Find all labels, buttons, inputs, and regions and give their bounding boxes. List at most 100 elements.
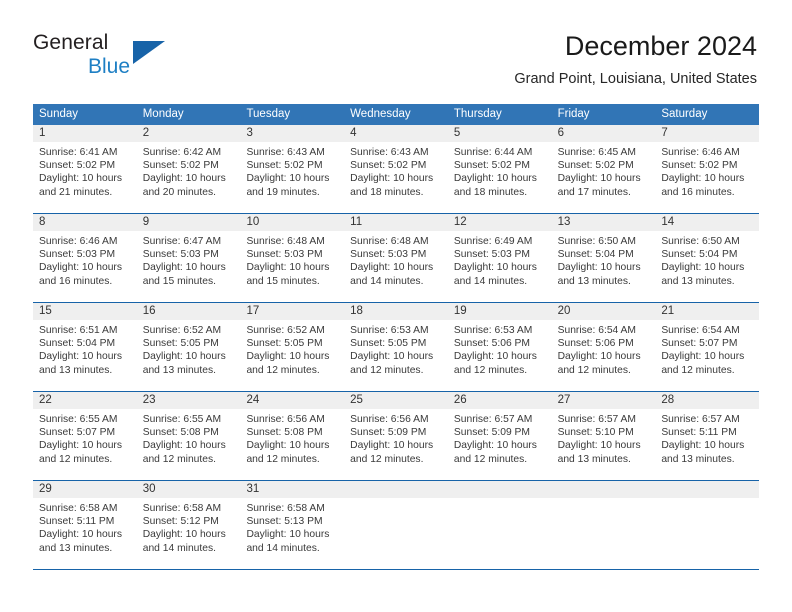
calendar-day-cell[interactable]: 18 Sunrise: 6:53 AM Sunset: 5:05 PM Dayl…	[344, 303, 448, 391]
daylight-text-line2: and 21 minutes.	[39, 186, 113, 198]
calendar-page: General Blue December 2024 Grand Point, …	[0, 0, 792, 612]
calendar-day-cell[interactable]: 8 Sunrise: 6:46 AM Sunset: 5:03 PM Dayli…	[33, 214, 137, 302]
day-details: Sunrise: 6:54 AM Sunset: 5:07 PM Dayligh…	[655, 320, 759, 377]
daylight-text-line2: and 13 minutes.	[661, 453, 735, 465]
sunrise-text: Sunrise: 6:53 AM	[453, 325, 533, 336]
sunset-text: Sunset: 5:07 PM	[661, 338, 738, 350]
calendar-day-cell[interactable]: 27 Sunrise: 6:57 AM Sunset: 5:10 PM Dayl…	[551, 392, 656, 480]
sunset-text: Sunset: 5:02 PM	[557, 160, 634, 172]
daylight-text-line2: and 18 minutes.	[350, 186, 424, 198]
calendar-day-cell[interactable]: 12 Sunrise: 6:49 AM Sunset: 5:03 PM Dayl…	[447, 214, 552, 302]
sunset-text: Sunset: 5:03 PM	[350, 249, 427, 261]
day-details: Sunrise: 6:53 AM Sunset: 5:05 PM Dayligh…	[344, 320, 448, 377]
sunset-text: Sunset: 5:08 PM	[142, 427, 219, 439]
page-subtitle-location: Grand Point, Louisiana, United States	[514, 71, 757, 87]
day-details: Sunrise: 6:49 AM Sunset: 5:03 PM Dayligh…	[448, 231, 552, 288]
brand-flag-icon	[133, 41, 165, 64]
daylight-text-line1: Daylight: 10 hours	[453, 173, 537, 185]
calendar-day-cell[interactable]: 26 Sunrise: 6:57 AM Sunset: 5:09 PM Dayl…	[447, 392, 552, 480]
day-details: Sunrise: 6:57 AM Sunset: 5:09 PM Dayligh…	[448, 409, 552, 466]
calendar-day-cell[interactable]: 25 Sunrise: 6:56 AM Sunset: 5:09 PM Dayl…	[344, 392, 448, 480]
daylight-text-line1: Daylight: 10 hours	[350, 440, 434, 452]
day-details: Sunrise: 6:54 AM Sunset: 5:06 PM Dayligh…	[552, 320, 656, 377]
day-number: 4	[344, 125, 448, 142]
calendar-day-cell[interactable]: 24 Sunrise: 6:56 AM Sunset: 5:08 PM Dayl…	[240, 392, 345, 480]
daylight-text-line1: Daylight: 10 hours	[661, 440, 745, 452]
sunset-text: Sunset: 5:04 PM	[39, 338, 116, 350]
calendar-day-cell-empty	[655, 481, 760, 569]
sunrise-text: Sunrise: 6:47 AM	[142, 236, 222, 247]
calendar-day-cell[interactable]: 19 Sunrise: 6:53 AM Sunset: 5:06 PM Dayl…	[447, 303, 552, 391]
daylight-text-line2: and 13 minutes.	[661, 275, 735, 287]
day-number	[655, 481, 760, 498]
sunrise-text: Sunrise: 6:57 AM	[661, 414, 740, 425]
day-number: 20	[551, 303, 656, 320]
daylight-text-line1: Daylight: 10 hours	[39, 173, 122, 185]
daylight-text-line1: Daylight: 10 hours	[39, 440, 122, 452]
calendar-day-cell[interactable]: 10 Sunrise: 6:48 AM Sunset: 5:03 PM Dayl…	[240, 214, 345, 302]
sunset-text: Sunset: 5:05 PM	[246, 338, 323, 350]
calendar-day-cell[interactable]: 11 Sunrise: 6:48 AM Sunset: 5:03 PM Dayl…	[344, 214, 448, 302]
calendar-day-cell[interactable]: 22 Sunrise: 6:55 AM Sunset: 5:07 PM Dayl…	[33, 392, 137, 480]
sunrise-text: Sunrise: 6:45 AM	[557, 147, 637, 158]
day-number: 11	[344, 214, 448, 231]
daylight-text-line2: and 12 minutes.	[350, 453, 424, 465]
weekday-header-sunday: Sunday	[39, 108, 79, 120]
sunset-text: Sunset: 5:02 PM	[142, 160, 219, 172]
calendar-day-cell[interactable]: 23 Sunrise: 6:55 AM Sunset: 5:08 PM Dayl…	[136, 392, 241, 480]
weekday-header-row: Sunday Monday Tuesday Wednesday Thursday…	[33, 104, 759, 125]
daylight-text-line1: Daylight: 10 hours	[246, 529, 330, 541]
daylight-text-line2: and 12 minutes.	[453, 364, 528, 376]
daylight-text-line1: Daylight: 10 hours	[557, 173, 641, 185]
daylight-text-line2: and 12 minutes.	[557, 364, 631, 376]
day-number: 30	[136, 481, 241, 498]
calendar-day-cell[interactable]: 14 Sunrise: 6:50 AM Sunset: 5:04 PM Dayl…	[655, 214, 760, 302]
brand-logo[interactable]: General Blue	[33, 31, 253, 81]
calendar-day-cell[interactable]: 15 Sunrise: 6:51 AM Sunset: 5:04 PM Dayl…	[33, 303, 137, 391]
calendar-day-cell[interactable]: 16 Sunrise: 6:52 AM Sunset: 5:05 PM Dayl…	[136, 303, 241, 391]
sunrise-text: Sunrise: 6:56 AM	[350, 414, 429, 425]
calendar-day-cell[interactable]: 21 Sunrise: 6:54 AM Sunset: 5:07 PM Dayl…	[655, 303, 760, 391]
day-number: 21	[655, 303, 760, 320]
calendar-day-cell[interactable]: 5 Sunrise: 6:44 AM Sunset: 5:02 PM Dayli…	[447, 125, 552, 213]
day-details: Sunrise: 6:42 AM Sunset: 5:02 PM Dayligh…	[137, 142, 241, 199]
daylight-text-line2: and 16 minutes.	[661, 186, 735, 198]
calendar-day-cell[interactable]: 3 Sunrise: 6:43 AM Sunset: 5:02 PM Dayli…	[240, 125, 345, 213]
day-details: Sunrise: 6:55 AM Sunset: 5:08 PM Dayligh…	[137, 409, 241, 466]
calendar-day-cell[interactable]: 4 Sunrise: 6:43 AM Sunset: 5:02 PM Dayli…	[344, 125, 448, 213]
daylight-text-line1: Daylight: 10 hours	[39, 529, 122, 541]
sunrise-text: Sunrise: 6:46 AM	[661, 147, 740, 158]
day-details: Sunrise: 6:52 AM Sunset: 5:05 PM Dayligh…	[137, 320, 241, 377]
calendar-day-cell[interactable]: 6 Sunrise: 6:45 AM Sunset: 5:02 PM Dayli…	[551, 125, 656, 213]
daylight-text-line2: and 12 minutes.	[246, 364, 320, 376]
calendar-day-cell[interactable]: 9 Sunrise: 6:47 AM Sunset: 5:03 PM Dayli…	[136, 214, 241, 302]
sunset-text: Sunset: 5:03 PM	[453, 249, 531, 261]
calendar-day-cell[interactable]: 20 Sunrise: 6:54 AM Sunset: 5:06 PM Dayl…	[551, 303, 656, 391]
calendar-day-cell[interactable]: 13 Sunrise: 6:50 AM Sunset: 5:04 PM Dayl…	[551, 214, 656, 302]
calendar-day-cell[interactable]: 31 Sunrise: 6:58 AM Sunset: 5:13 PM Dayl…	[240, 481, 345, 569]
day-number: 5	[447, 125, 552, 142]
calendar-day-cell-empty	[551, 481, 656, 569]
daylight-text-line1: Daylight: 10 hours	[142, 529, 226, 541]
day-number: 18	[344, 303, 448, 320]
day-details: Sunrise: 6:58 AM Sunset: 5:11 PM Dayligh…	[33, 498, 137, 555]
day-details: Sunrise: 6:43 AM Sunset: 5:02 PM Dayligh…	[240, 142, 344, 199]
day-details: Sunrise: 6:44 AM Sunset: 5:02 PM Dayligh…	[448, 142, 552, 199]
calendar-day-cell[interactable]: 30 Sunrise: 6:58 AM Sunset: 5:12 PM Dayl…	[136, 481, 241, 569]
calendar-day-cell[interactable]: 1 Sunrise: 6:41 AM Sunset: 5:02 PM Dayli…	[33, 125, 137, 213]
calendar-day-cell[interactable]: 2 Sunrise: 6:42 AM Sunset: 5:02 PM Dayli…	[136, 125, 241, 213]
calendar-day-cell[interactable]: 7 Sunrise: 6:46 AM Sunset: 5:02 PM Dayli…	[655, 125, 760, 213]
day-details: Sunrise: 6:56 AM Sunset: 5:09 PM Dayligh…	[344, 409, 448, 466]
calendar-grid: Sunday Monday Tuesday Wednesday Thursday…	[33, 104, 760, 570]
calendar-day-cell[interactable]: 17 Sunrise: 6:52 AM Sunset: 5:05 PM Dayl…	[240, 303, 345, 391]
sunset-text: Sunset: 5:05 PM	[350, 338, 427, 350]
calendar-day-cell[interactable]: 28 Sunrise: 6:57 AM Sunset: 5:11 PM Dayl…	[655, 392, 760, 480]
sunset-text: Sunset: 5:09 PM	[453, 427, 531, 439]
daylight-text-line1: Daylight: 10 hours	[661, 351, 745, 363]
day-number: 8	[33, 214, 137, 231]
day-number	[344, 481, 448, 498]
sunrise-text: Sunrise: 6:53 AM	[350, 325, 429, 336]
weekday-header-monday: Monday	[142, 108, 184, 120]
calendar-day-cell[interactable]: 29 Sunrise: 6:58 AM Sunset: 5:11 PM Dayl…	[33, 481, 137, 569]
day-details	[344, 498, 448, 502]
